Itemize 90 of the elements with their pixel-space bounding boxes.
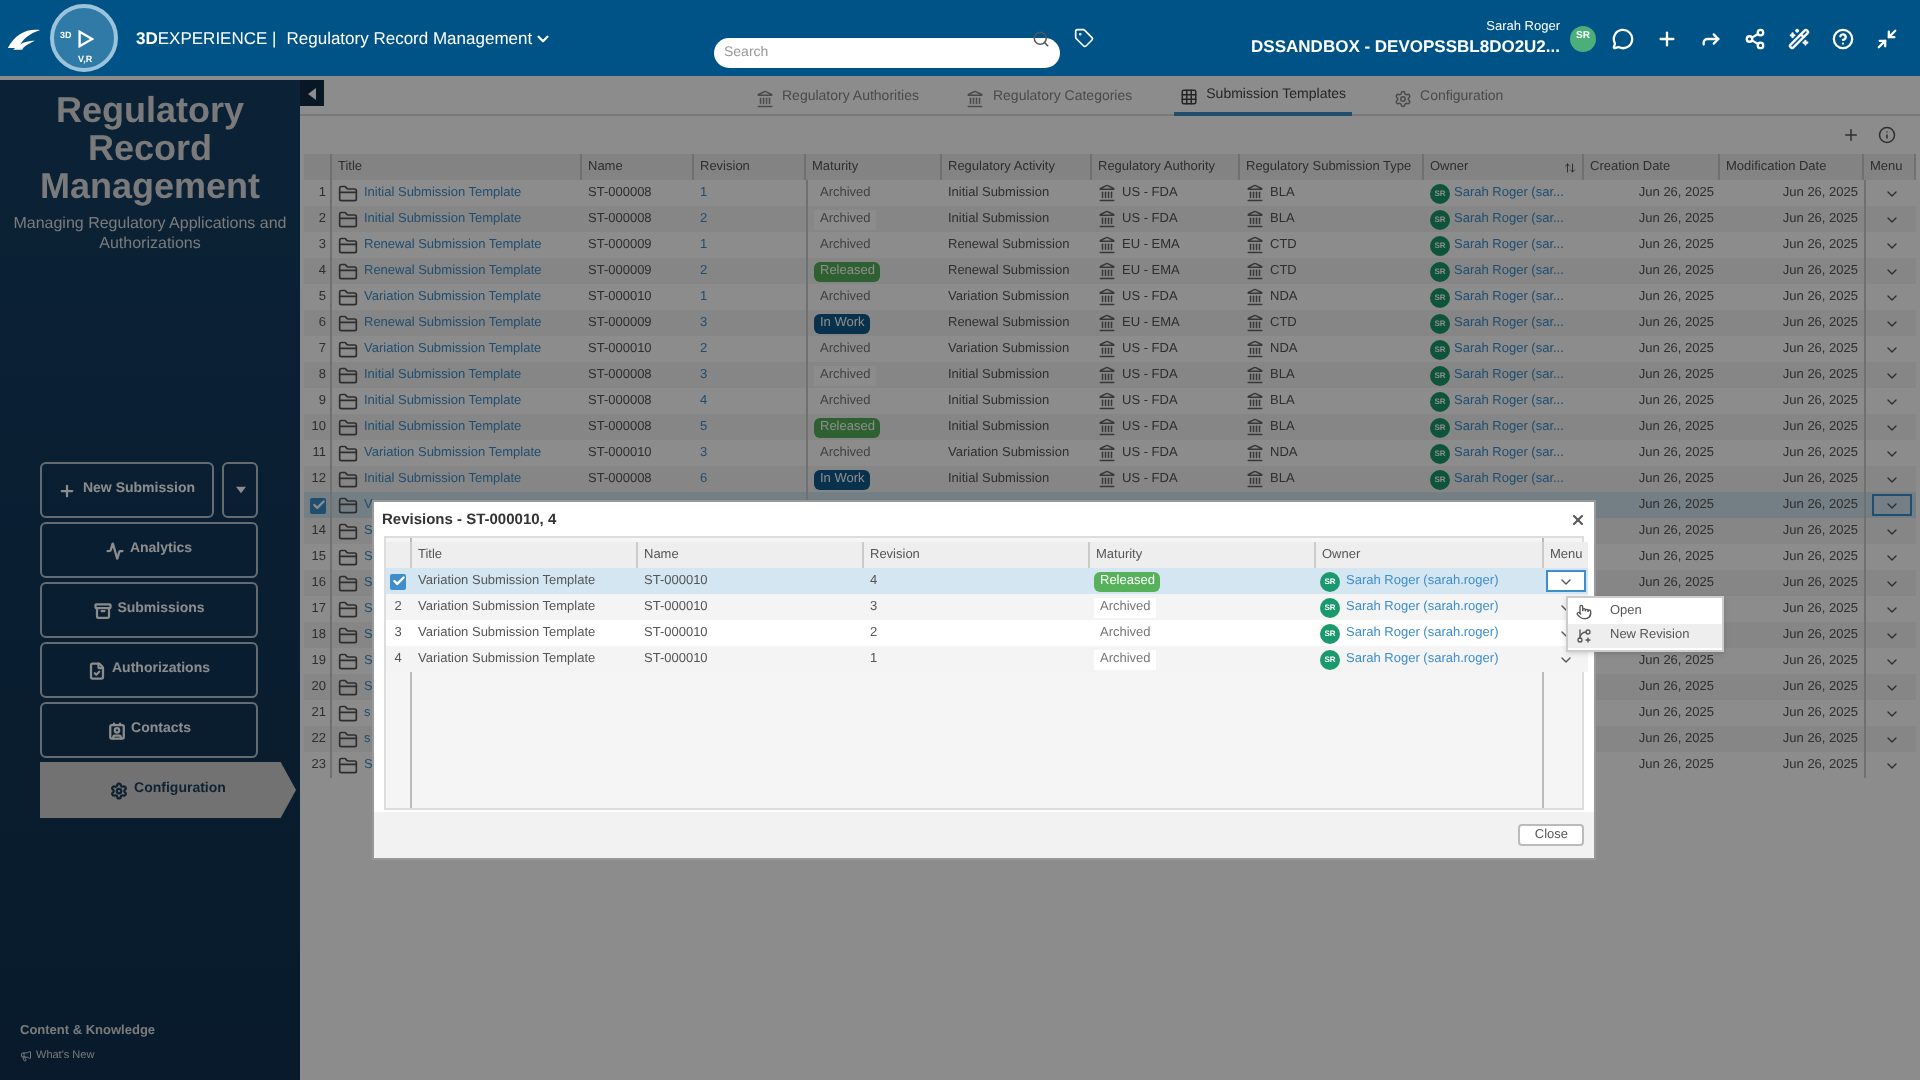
document-check-icon: [88, 661, 106, 679]
folder-icon: [338, 755, 358, 775]
bank-icon: [1098, 184, 1116, 202]
contact-card-icon: [107, 721, 126, 739]
brand-name: 3DEXPERIENCE |: [136, 25, 277, 51]
row-checkbox[interactable]: [310, 497, 326, 513]
bank-icon: [1098, 392, 1116, 410]
grid-icon: [1180, 87, 1199, 105]
settings-icon: [110, 781, 129, 799]
close-icon[interactable]: [1570, 511, 1586, 527]
bank-icon: [966, 89, 985, 107]
folder-icon: [338, 469, 358, 489]
bank-icon: [1098, 366, 1116, 384]
bank-icon: [1246, 314, 1264, 332]
search-icon[interactable]: [1032, 29, 1050, 47]
bank-icon: [1098, 210, 1116, 228]
bank-icon: [1246, 210, 1264, 228]
bank-icon: [1098, 340, 1116, 358]
help-icon[interactable]: [1832, 27, 1854, 49]
folder-icon: [338, 443, 358, 463]
bank-icon: [1246, 262, 1264, 280]
bank-icon: [1246, 340, 1264, 358]
sidebar-title: Regulatory Record Management: [37, 92, 263, 206]
info-icon[interactable]: [1878, 126, 1896, 144]
wand-icon[interactable]: [1788, 27, 1810, 49]
tenant-name: DSSANDBOX - DEVOPSSBL8DO2U2...: [1251, 38, 1560, 55]
forward-icon[interactable]: [1700, 27, 1722, 49]
pointer-icon: [1576, 604, 1592, 620]
branch-plus-icon: [1576, 628, 1592, 644]
bank-icon: [1098, 418, 1116, 436]
collapse-icon[interactable]: [1876, 27, 1898, 49]
bank-icon: [1098, 314, 1116, 332]
collapse-panel-button[interactable]: [300, 80, 324, 106]
folder-icon: [338, 547, 358, 567]
folder-icon: [338, 729, 358, 749]
plus-icon: [58, 481, 77, 499]
add-icon[interactable]: [1656, 27, 1678, 49]
folder-icon: [338, 287, 358, 307]
folder-icon: [338, 703, 358, 723]
sidebar-subtitle: Managing Regulatory Applications and Authorizations: [11, 214, 289, 254]
pulse-icon: [105, 541, 124, 559]
app-switcher[interactable]: Regulatory Record Management: [286, 25, 553, 51]
share-icon[interactable]: [1744, 27, 1766, 49]
check-icon: [311, 498, 325, 512]
archive-icon: [93, 601, 112, 619]
brand-logo-icon: [6, 25, 42, 51]
bank-icon: [1098, 236, 1116, 254]
folder-icon: [338, 573, 358, 593]
folder-icon: [338, 495, 358, 515]
sort-icon[interactable]: [1564, 161, 1576, 173]
bank-icon: [1098, 444, 1116, 462]
bank-icon: [1246, 366, 1264, 384]
check-icon: [391, 574, 405, 588]
row-checkbox[interactable]: [390, 573, 406, 589]
folder-icon: [338, 417, 358, 437]
header-cell: [304, 154, 332, 180]
folder-icon: [338, 391, 358, 411]
settings-icon: [1394, 89, 1413, 107]
bank-icon: [1246, 470, 1264, 488]
bank-icon: [1246, 236, 1264, 254]
dropdown-button[interactable]: [222, 462, 258, 518]
chat-icon[interactable]: [1612, 27, 1634, 49]
folder-icon: [338, 339, 358, 359]
folder-icon: [338, 365, 358, 385]
bank-icon: [1098, 262, 1116, 280]
megaphone-icon: [20, 1049, 32, 1062]
folder-icon: [338, 183, 358, 203]
row-menu-button[interactable]: [1871, 494, 1911, 516]
folder-icon: [338, 521, 358, 541]
bank-icon: [1246, 288, 1264, 306]
tag-icon[interactable]: [1074, 28, 1094, 48]
folder-icon: [338, 677, 358, 697]
folder-icon: [338, 625, 358, 645]
folder-icon: [338, 235, 358, 255]
row-menu-button[interactable]: [1545, 570, 1585, 592]
folder-icon: [338, 651, 358, 671]
folder-icon: [338, 599, 358, 619]
folder-icon: [338, 261, 358, 281]
bank-icon: [1098, 470, 1116, 488]
bank-icon: [1246, 444, 1264, 462]
bank-icon: [1098, 288, 1116, 306]
folder-icon: [338, 313, 358, 333]
bank-icon: [756, 89, 774, 107]
bank-icon: [1246, 392, 1264, 410]
caret-icon: [235, 486, 245, 494]
folder-icon: [338, 209, 358, 229]
bank-icon: [1246, 184, 1264, 202]
bank-icon: [1246, 418, 1264, 436]
play-icon: [75, 29, 93, 47]
caret-icon: [308, 87, 316, 99]
